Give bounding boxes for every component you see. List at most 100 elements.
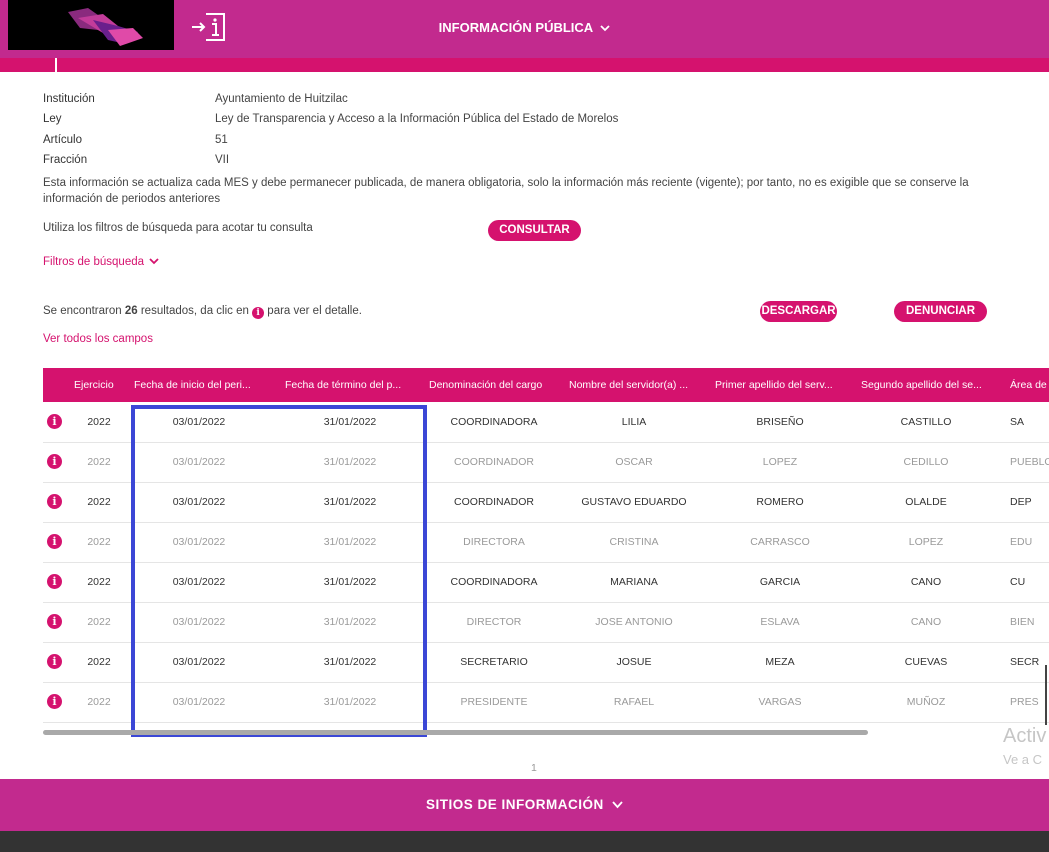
cell-area: SA [1010,416,1025,428]
cell-area: BIEN [1010,616,1035,628]
update-note: Esta información se actualiza cada MES y… [43,177,969,205]
cell-nombre: CRISTINA [609,536,659,548]
cell-nombre: GUSTAVO EDUARDO [581,496,687,508]
search-filters-label: Filtros de búsqueda [43,256,145,268]
cell-primer-apellido: VARGAS [758,696,802,708]
vertical-scrollbar[interactable] [1045,665,1047,725]
table-header: Ejercicio Fecha de inicio del peri... Fe… [43,368,1049,402]
search-filters-toggle[interactable]: Filtros de búsqueda [43,256,159,268]
col-area[interactable]: Área de [1010,368,1049,402]
results-suffix: para ver el detalle. [267,305,362,317]
results-count: 26 [124,305,138,317]
cell-nombre: OSCAR [615,456,653,468]
activate-watermark-subtitle: Ve a C [1003,752,1043,767]
cell-segundo-apellido: CANO [910,576,942,588]
cell-nombre: JOSE ANTONIO [595,616,673,628]
col-ejercicio[interactable]: Ejercicio [74,368,124,402]
institucion-label: Institución [43,93,95,105]
row-info-icon[interactable]: i [47,614,62,629]
cell-primer-apellido: CARRASCO [750,536,810,548]
cell-primer-apellido: GARCIA [759,576,801,588]
chevron-down-icon [612,779,623,831]
cell-segundo-apellido: CEDILLO [903,456,949,468]
activate-watermark-title: Activ [1003,725,1047,747]
cell-area: EDU [1010,536,1033,548]
col-fecha-termino[interactable]: Fecha de término del p... [285,368,415,402]
highlight-box [131,405,427,737]
ley-value: Ley de Transparencia y Acceso a la Infor… [215,113,619,125]
cell-primer-apellido: BRISEÑO [756,416,804,428]
cell-cargo: DIRECTOR [466,616,522,628]
page-number[interactable]: 1 [531,762,537,774]
results-prefix: Se encontraron [43,305,122,317]
fraccion-value: VII [215,154,230,166]
filter-hint: Utiliza los filtros de búsqueda para aco… [43,222,313,234]
cell-ejercicio: 2022 [87,696,111,708]
cell-cargo: COORDINADOR [454,496,534,508]
cell-nombre: JOSUE [616,656,652,668]
cell-segundo-apellido: OLALDE [905,496,947,508]
cell-primer-apellido: LOPEZ [762,456,798,468]
cell-ejercicio: 2022 [87,576,111,588]
cell-nombre: LILIA [621,416,647,428]
footer-dropdown[interactable]: SITIOS DE INFORMACIÓN [0,779,1049,831]
header-dropdown[interactable]: INFORMACIÓN PÚBLICA [0,0,1049,56]
col-segundo-apellido[interactable]: Segundo apellido del se... [861,368,991,402]
cell-ejercicio: 2022 [87,536,111,548]
descargar-button[interactable]: DESCARGAR [760,301,837,322]
ver-todos-link[interactable]: Ver todos los campos [43,333,153,345]
cell-area: PRES [1010,696,1039,708]
document-icon [55,58,83,74]
cell-cargo: COORDINADORA [450,416,538,428]
articulo-value: 51 [215,134,228,146]
row-info-icon[interactable]: i [47,414,62,429]
footer-bottom-bar [0,831,1049,852]
footer-title: SITIOS DE INFORMACIÓN [425,797,604,812]
cell-segundo-apellido: CASTILLO [900,416,952,428]
cell-ejercicio: 2022 [87,616,111,628]
horizontal-scrollbar[interactable] [43,730,868,735]
articulo-label: Artículo [43,134,82,146]
cell-ejercicio: 2022 [87,656,111,668]
results-summary: Se encontraron 26 resultados, da clic en… [43,305,362,319]
cell-area: PUEBLO [1010,456,1049,468]
ley-label: Ley [43,113,62,125]
cell-area: SECR [1010,656,1040,668]
cell-nombre: RAFAEL [613,696,655,708]
cell-cargo: PRESIDENTE [460,696,528,708]
cell-ejercicio: 2022 [87,496,111,508]
col-denominacion[interactable]: Denominación del cargo [429,368,559,402]
col-nombre[interactable]: Nombre del servidor(a) ... [569,368,699,402]
cell-area: DEP [1010,496,1032,508]
chevron-down-icon [600,0,610,56]
cell-segundo-apellido: LOPEZ [908,536,944,548]
col-fecha-inicio[interactable]: Fecha de inicio del peri... [134,368,264,402]
col-primer-apellido[interactable]: Primer apellido del serv... [715,368,845,402]
institucion-value: Ayuntamiento de Huitzilac [215,93,348,105]
cell-cargo: COORDINADORA [450,576,538,588]
top-accent-strip [0,58,1049,72]
chevron-down-icon [149,256,159,268]
cell-segundo-apellido: CANO [910,616,942,628]
cell-primer-apellido: MEZA [765,656,795,668]
row-info-icon[interactable]: i [47,494,62,509]
cell-primer-apellido: ESLAVA [760,616,800,628]
info-icon: i [252,307,265,319]
row-info-icon[interactable]: i [47,694,62,709]
cell-nombre: MARIANA [610,576,658,588]
row-info-icon[interactable]: i [47,654,62,669]
header-title: INFORMACIÓN PÚBLICA [438,20,593,35]
cell-cargo: COORDINADOR [454,456,534,468]
row-info-icon[interactable]: i [47,454,62,469]
row-info-icon[interactable]: i [47,574,62,589]
cell-ejercicio: 2022 [87,456,111,468]
cell-segundo-apellido: CUEVAS [904,656,948,668]
cell-cargo: SECRETARIO [460,656,528,668]
cell-segundo-apellido: MUÑOZ [906,696,946,708]
denunciar-button[interactable]: DENUNCIAR [894,301,987,322]
cell-area: CU [1010,576,1026,588]
fraccion-label: Fracción [43,154,88,166]
cell-primer-apellido: ROMERO [756,496,804,508]
row-info-icon[interactable]: i [47,534,62,549]
consultar-button[interactable]: CONSULTAR [488,220,581,241]
